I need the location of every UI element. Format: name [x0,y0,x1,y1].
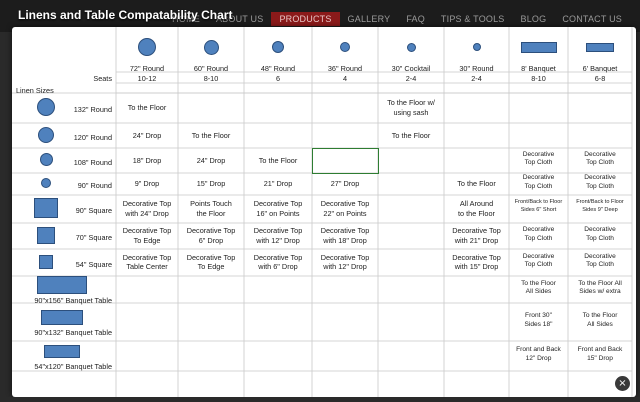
table-cell: To the Floor [258,155,298,165]
table-cell: To the Floor [191,130,231,140]
main-nav: HOME ABOUT US PRODUCTS GALLERY FAQ TIPS & TOO… [164,12,630,26]
table-cell: 21" Drop [263,179,293,188]
table-cell: Decorative Top Cloth [522,252,555,269]
round-table-icon [138,38,156,56]
table-cell: Decorative Top Table Center [122,252,172,272]
column-header: 60" Round [193,64,229,73]
table-cell: Decorative Top Cloth [522,150,555,167]
seats-label: Seats [93,74,112,83]
banquet-table-icon [586,42,614,52]
linen-size-label: 108" Round [73,157,112,167]
nav-item-products[interactable]: PRODUCTS [271,12,340,26]
nav-item-tips-tools[interactable]: TIPS & TOOLS [433,12,513,26]
seats-value: 2-4 [471,74,482,83]
seats-value: 2-4 [405,74,417,83]
seats-value: 6 [275,74,281,83]
seats-value: 8-10 [531,74,546,83]
seats-value: 8-10 [203,74,219,83]
banquet-linen-icon [37,275,87,294]
nav-item-blog[interactable]: BLOG [513,12,555,26]
seats-value: 4 [342,74,348,83]
table-cell: 15" Drop [196,179,226,188]
table-cell: Decorative Top Cloth [584,252,616,269]
round-table-icon [272,41,284,53]
table-cell: Decorative Top Cloth [522,226,555,242]
table-cell: To the Floor [127,103,167,112]
seats-value: 10-12 [137,74,157,83]
table-cell: Decorative Top with 15" Drop [452,252,501,272]
round-table-icon [203,39,219,55]
linen-size-label: 54" Square [75,259,112,269]
table-cell: 18" Drop [132,155,162,165]
chart-panel: × 72" Round 10-12 60" Round 8-10 48" Round 6 3… [12,27,636,397]
table-cell: To the Floor w/ using sash [387,98,435,117]
linen-size-label: 70" Square [75,233,112,242]
page-bottom [0,397,640,402]
table-cell: Decorative Top 16" on Points [253,199,303,218]
seats-value: 6-8 [594,74,606,83]
linen-size-label: 90"x156" Banquet Table [34,295,112,305]
table-cell: Decorative Top To Edge [186,252,236,272]
table-cell: Decorative Top Cloth [522,174,555,190]
table-cell: To the Floor All Sides w/ extra [578,279,622,296]
linen-size-label: 120" Round [73,132,112,142]
linen-size-label: 90"x132" Banquet Table [34,328,112,337]
column-header: 36" Round [327,64,363,73]
table-cell: To the Floor [457,179,496,188]
table-cell: Decorative Top 22" on Points [320,199,370,218]
linen-size-label: 90" Round [77,181,112,190]
banquet-table-icon [520,41,557,53]
table-cell: Decorative Top with 18" Drop [320,226,370,245]
banquet-linen-icon [41,309,83,325]
table-cell: Decorative Top with 21" Drop [452,226,501,245]
round-table-icon [472,43,481,51]
round-table-icon [406,42,416,52]
selected-cell[interactable] [312,148,379,174]
table-cell: Decorative Top 6" Drop [186,226,236,245]
table-cell: Decorative Top with 6" Drop [253,252,303,272]
modal-title: Linens and Table Compatability Chart [18,8,233,22]
table-cell: Decorative Top To Edge [122,226,172,245]
table-cell: Decorative Top Cloth [584,226,616,242]
table-cell: Decorative Top Cloth [584,174,616,190]
table-cell: 27" Drop [330,179,360,188]
linen-sizes-label: Linen Sizes [16,86,54,95]
table-cell: Front 30" Sides 18" [524,312,553,328]
linen-size-label: 90" Square [75,206,112,215]
table-cell: Points Touch the Floor [190,199,232,218]
banquet-linen-icon [44,344,80,358]
table-cell: 24" Drop [196,155,226,165]
table-cell: Decorative Top Cloth [584,150,616,167]
table-cell: Decorative Top with 12" Drop [320,252,370,272]
column-header: 48" Round [260,64,296,73]
close-button[interactable]: × [615,376,630,391]
nav-item-faq[interactable]: FAQ [398,12,433,26]
table-cell: 9" Drop [134,179,160,188]
table-cell: Front and Back 15" Drop [577,346,623,362]
round-table-icon [340,42,350,52]
nav-item-contact-us[interactable]: CONTACT US [554,12,630,26]
table-cell: Decorative Top with 24" Drop [122,199,172,218]
column-header: 6' Banquet [582,64,618,73]
linen-size-label: 132" Round [73,105,112,114]
nav-item-gallery[interactable]: GALLERY [340,12,399,26]
linen-size-label: 54"x120" Banquet Table [34,362,112,371]
table-cell: 24" Drop [132,130,162,140]
table-cell: All Around to the Floor [458,199,495,218]
table-cell: Decorative Top with 12" Drop [253,226,303,245]
column-header: 72" Round [129,64,165,73]
table-cell: To the Floor All Sides [521,279,556,296]
table-cell: To the Floor [391,130,431,140]
column-header: 8' Banquet [521,64,556,73]
table-cell: Front/Back to Floor Sides 6" Short [514,199,563,213]
table-cell: Front and Back 12" Drop [516,346,561,362]
column-header: 30" Cocktail [391,64,431,73]
column-header: 30" Round [459,64,494,73]
table-cell: To the Floor All Sides [582,312,618,328]
table-cell: Front/Back to Floor Sides 9" Deep [576,199,624,213]
